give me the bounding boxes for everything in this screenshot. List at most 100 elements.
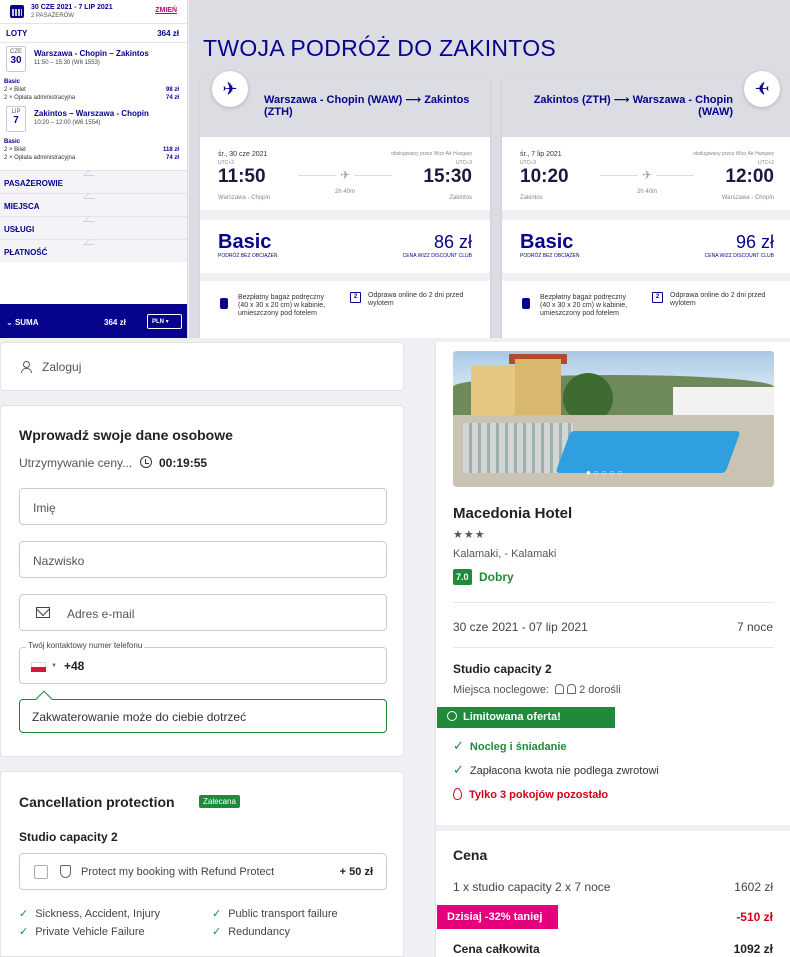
divider: [453, 647, 774, 648]
clock-icon: [447, 711, 457, 721]
flight-overview: TWOJA PODRÓŻ DO ZAKINTOS ✈ Warszawa - Ch…: [189, 0, 790, 338]
fare-label: 2 × Bilet: [4, 87, 26, 93]
trip-dates-header: 30 CZE 2021 - 7 LIP 2021 2 PASAŻERÓW ZMI…: [0, 0, 187, 24]
cancellation-room: Studio capacity 2: [19, 830, 118, 844]
price-subtitle: CENA WIZZ DISCOUNT CLUB: [402, 253, 472, 259]
fare-line: 2 × Opłata administracyjna 74 zł: [0, 155, 187, 163]
feature-label: Sickness, Accident, Injury: [35, 908, 160, 920]
currency-value: PLN: [152, 319, 164, 325]
total-label-text: SUMA: [14, 318, 39, 327]
rooms-left-note: Tylko 3 pokojów pozostało: [453, 788, 608, 801]
fare-line: 2 × Bilet 98 zł: [0, 87, 187, 95]
fare-value: 98 zł: [165, 87, 179, 93]
total-value: 364 zł: [104, 318, 126, 327]
outbound-flight-card: ✈ Warszawa - Chopin (WAW) ⟶ Zakintos (ZT…: [200, 71, 490, 338]
checkin-info: Odprawa online do 2 dni przed wylotem: [670, 292, 766, 307]
fare-price: 86 zł: [433, 232, 472, 252]
fare-name: Basic: [520, 231, 574, 253]
caret-down-icon[interactable]: ▼: [51, 663, 57, 669]
flight-route: Zakintos (ZTH) ⟶ Warszawa - Chopin (WAW): [533, 94, 733, 118]
divider: [200, 210, 490, 220]
limited-offer-text: Limitowana oferta!: [463, 711, 561, 723]
poland-flag-icon[interactable]: [31, 662, 46, 672]
price-line-value: 1602 zł: [734, 880, 773, 894]
fare-label: Basic: [4, 79, 21, 85]
section-seats[interactable]: MIEJSCA: [0, 193, 187, 216]
fare-name: Basic: [218, 231, 272, 253]
hotel-location: Kalamaki, - Kalamaki: [453, 548, 557, 560]
check-icon: ✓: [212, 908, 222, 920]
section-payment[interactable]: PŁATNOŚĆ: [0, 239, 187, 262]
currency-select[interactable]: PLN ▾: [147, 314, 182, 329]
first-name-placeholder: Imię: [33, 501, 56, 515]
outbound-flight-summary: CZE 30 Warszawa - Chopin – Zakintos 11:5…: [0, 43, 187, 73]
fare-value: 118 zł: [162, 147, 179, 153]
divider: [502, 210, 790, 220]
hotel-summary-card: ●○○○○ Macedonia Hotel ★★★ Kalamaki, - Ka…: [435, 342, 790, 957]
email-placeholder: Adres e-mail: [67, 607, 135, 621]
return-time: 10:20 – 12:00 (W6 1554): [34, 120, 101, 126]
fare-value: 74 zł: [165, 95, 179, 101]
outbound-day: 30: [10, 55, 22, 66]
refund-protect-label: Protect my booking with Refund Protect: [81, 866, 275, 878]
section-services[interactable]: USŁUGI: [0, 216, 187, 239]
room-type: Studio capacity 2: [453, 662, 552, 676]
feature-item: ✓ Public transport failure: [212, 907, 338, 920]
room-occupancy: Miejsca noclegowe: 2 dorośli: [453, 684, 621, 696]
total-bar[interactable]: ⌄ SUMA 364 zł PLN ▾: [0, 304, 187, 338]
rooms-left-label: Tylko 3 pokojów pozostało: [469, 789, 609, 801]
refund-protect-price: + 50 zł: [339, 866, 373, 878]
beds-label: Miejsca noclegowe:: [453, 684, 549, 696]
divider: [453, 602, 774, 603]
bag-icon: [522, 298, 530, 309]
operator: obsługiwany przez Wizz Air Hungary: [391, 151, 472, 157]
check-icon: ✓: [19, 908, 29, 920]
calendar-icon: [10, 5, 24, 18]
email-input[interactable]: Adres e-mail: [19, 594, 387, 631]
section-passengers[interactable]: PASAŻEROWIE: [0, 170, 187, 193]
login-button[interactable]: Zaloguj: [0, 342, 404, 391]
board-type: ✓ Nocleg i śniadanie: [453, 738, 567, 754]
price-hold-timer: 00:19:55: [159, 456, 208, 470]
divider: [502, 273, 790, 281]
cancellation-protection-card: Cancellation protection Zalecana Studio …: [0, 771, 404, 957]
change-link[interactable]: ZMIEŃ: [155, 7, 177, 14]
price-title: Cena: [453, 847, 488, 863]
feature-item: ✓ Redundancy: [212, 925, 290, 938]
form-title: Wprowadź swoje dane osobowe: [19, 427, 233, 443]
chevron-down-icon: ⌄: [6, 318, 15, 327]
last-name-input[interactable]: Nazwisko: [19, 541, 387, 578]
first-name-input[interactable]: Imię: [19, 488, 387, 525]
hotel-stars: ★★★: [453, 529, 486, 541]
booking-summary-sidebar: 30 CZE 2021 - 7 LIP 2021 2 PASAŻERÓW ZMI…: [0, 0, 188, 338]
departure-city: Warszawa - Chopin: [218, 195, 271, 201]
caret-down-icon: ▾: [165, 319, 169, 325]
hotel-photo-carousel[interactable]: ●○○○○: [453, 351, 774, 487]
flights-section[interactable]: LOTY 364 zł: [0, 24, 187, 43]
return-flight-summary: LIP 7 Zakintos – Warszawa - Chopin 10:20…: [0, 103, 187, 133]
check-icon: ✓: [19, 926, 29, 938]
flights-total: 364 zł: [157, 29, 179, 38]
calendar-icon: 2: [652, 292, 663, 303]
arrival-time: 15:30: [423, 166, 472, 187]
total-label: ⌄ SUMA: [6, 318, 39, 327]
operator: obsługiwany przez Wizz Air Hungary: [693, 151, 774, 157]
refund-protect-checkbox[interactable]: [34, 865, 48, 879]
person-icon: [555, 684, 565, 694]
fare-value: 74 zł: [165, 155, 179, 161]
rating-badge: 7.0: [453, 569, 472, 585]
fare-price: 96 zł: [735, 232, 774, 252]
dial-code: +48: [64, 659, 85, 673]
phone-input[interactable]: ▼ +48: [19, 647, 387, 684]
return-flight-card: ✈ Zakintos (ZTH) ⟶ Warszawa - Chopin (WA…: [502, 71, 790, 338]
flame-icon: [453, 788, 462, 800]
photo-tent: [673, 387, 774, 417]
total-price-value: 1092 zł: [733, 942, 773, 956]
flight-duration: 2h 40m: [636, 189, 657, 195]
return-day: 7: [13, 115, 19, 126]
board-label: Nocleg i śniadanie: [469, 741, 567, 753]
refund-protect-option[interactable]: Protect my booking with Refund Protect +…: [19, 853, 387, 890]
carousel-dots[interactable]: ●○○○○: [586, 468, 625, 477]
plane-icon: ✈: [339, 168, 351, 182]
bag-info: Bezpłatny bagaż podręczny (40 x 30 x 20 …: [540, 294, 628, 317]
